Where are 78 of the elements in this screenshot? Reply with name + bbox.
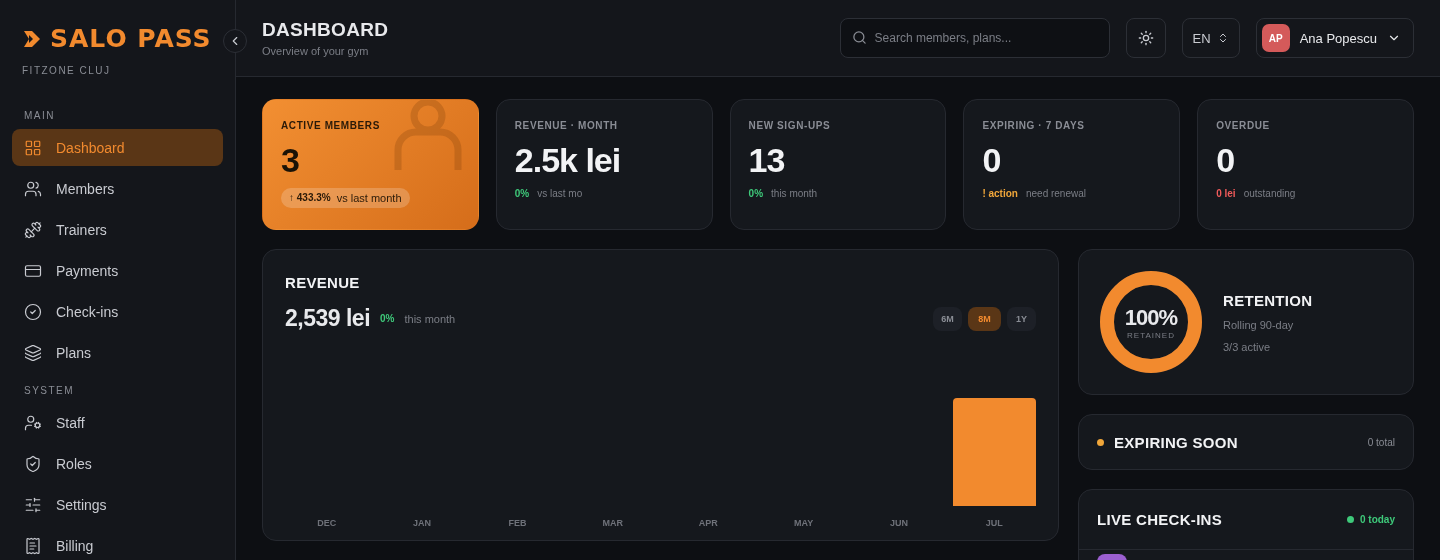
month-label: DEC <box>316 518 338 528</box>
section-title: SYSTEM <box>24 385 76 396</box>
stat-note: need renewal <box>1025 188 1086 199</box>
stat-value: 2.5k lei <box>514 141 622 180</box>
users-icon <box>24 179 42 198</box>
month-label: JUN <box>888 518 909 528</box>
card-title: RETENTION <box>1223 291 1313 309</box>
range-button[interactable]: 8M <box>968 306 1001 331</box>
nav-item[interactable]: Dashboard <box>12 129 223 166</box>
stat-value: 3 <box>281 141 300 180</box>
card-title: EXPIRING SOON <box>1114 433 1238 451</box>
retention-active: 3/3 active <box>1223 340 1272 353</box>
nav-item[interactable]: Plans <box>12 334 223 371</box>
nav-item[interactable]: Members <box>12 170 223 207</box>
stat-note: vs last month <box>336 192 402 204</box>
revenue-change: 0% <box>380 313 395 324</box>
card-title: LIVE CHECK-INS <box>1097 511 1223 528</box>
stat-change: ! action <box>982 188 1018 199</box>
stat-label: NEW SIGN-UPS <box>748 120 832 131</box>
user-menu-button[interactable]: AP Ana Popescu <box>1255 18 1414 58</box>
month-label: JUL <box>984 518 1004 528</box>
logo-icon <box>22 28 42 49</box>
revenue-note: this month <box>404 312 456 325</box>
page-subtitle: Overview of your gym <box>262 45 370 57</box>
stat-change: 0 lei <box>1216 188 1236 199</box>
stat-note: outstanding <box>1243 188 1296 199</box>
theme-toggle-button[interactable] <box>1125 18 1166 58</box>
collapse-button[interactable] <box>223 29 247 53</box>
nav-item[interactable]: Roles <box>12 445 223 482</box>
sun-icon <box>1137 30 1154 46</box>
gym-location: FITZONE CLUJ <box>22 65 112 76</box>
language-select[interactable]: EN <box>1181 18 1240 58</box>
month-label: MAR <box>601 518 625 528</box>
check-circle-icon <box>24 302 42 321</box>
stat-label: EXPIRING · 7 DAYS <box>982 120 1086 131</box>
retention-period: Rolling 90-day <box>1223 318 1295 331</box>
stat-value: 13 <box>748 141 786 180</box>
stat-value: 0 <box>982 141 1002 180</box>
page-title: DASHBOARD <box>262 19 390 41</box>
retention-caption: RETAINED <box>1127 330 1175 340</box>
nav-item[interactable]: Settings <box>12 486 223 523</box>
shield-check-icon <box>24 454 42 473</box>
user-gear-icon <box>24 413 42 432</box>
month-label: APR <box>697 518 719 528</box>
stat-change: 0% <box>748 188 764 199</box>
nav-item[interactable]: Staff <box>12 404 223 441</box>
expiring-count: 0 total <box>1367 436 1395 448</box>
checkins-count: 0 today <box>1360 514 1395 525</box>
revenue-total: 2,539 lei <box>285 305 371 332</box>
month-label: MAY <box>792 518 815 528</box>
range-button[interactable]: 1Y <box>1007 306 1036 331</box>
nav-item[interactable]: Payments <box>12 252 223 289</box>
sliders-icon <box>24 495 42 514</box>
retention-percent: 100% <box>1124 304 1178 331</box>
card-title: REVENUE <box>285 274 361 291</box>
section-title: MAIN <box>24 110 56 121</box>
nav-item[interactable]: Trainers <box>12 211 223 248</box>
layers-icon <box>24 343 42 362</box>
stat-note: this month <box>771 188 818 199</box>
stat-change: 0% <box>514 188 530 199</box>
receipt-icon <box>24 536 42 555</box>
search-field[interactable]: Search members, plans... <box>839 18 1110 58</box>
stat-note: vs last mo <box>537 188 583 199</box>
user-avatar: AP <box>1261 24 1290 52</box>
stat-change: ↑ 433.3% <box>289 192 331 204</box>
brand-name: SALO PASS <box>50 24 212 53</box>
stat-label: ACTIVE MEMBERS <box>281 120 381 131</box>
grid-icon <box>24 138 42 157</box>
stat-label: OVERDUE <box>1216 120 1271 131</box>
search-icon <box>851 30 867 45</box>
month-label: JAN <box>412 518 433 528</box>
month-label: FEB <box>507 518 528 528</box>
range-button[interactable]: 6M <box>933 306 962 331</box>
stat-value: 0 <box>1216 141 1236 180</box>
dumbbell-icon <box>24 220 42 239</box>
nav-item[interactable]: Billing <box>12 527 223 560</box>
stat-label: REVENUE · MONTH <box>514 120 619 131</box>
nav-item[interactable]: Check-ins <box>12 293 223 330</box>
